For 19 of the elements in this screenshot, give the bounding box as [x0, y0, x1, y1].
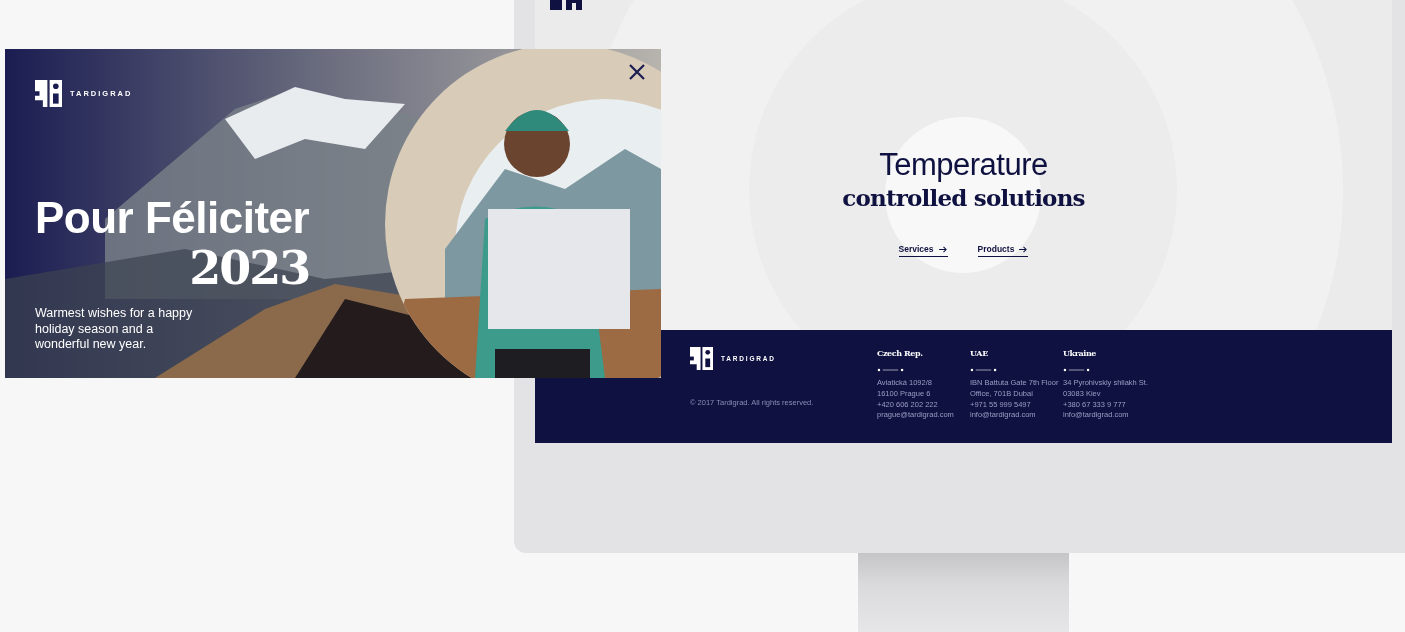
office-country: Ukraine	[1063, 348, 1098, 358]
close-button[interactable]	[627, 62, 647, 82]
nav-link[interactable]: Services	[898, 244, 948, 257]
arrow-icon	[938, 245, 948, 253]
popup-title: Pour Féliciter	[35, 193, 310, 243]
popup-year: 2023	[189, 241, 310, 295]
divider-icon	[877, 368, 904, 372]
office-country: Czech Rep.	[877, 348, 924, 358]
divider-icon	[1063, 368, 1090, 372]
divider-icon	[970, 368, 997, 372]
hero-title: Temperature	[879, 146, 1048, 184]
arrow-icon	[1019, 245, 1029, 253]
logo-icon	[690, 347, 713, 370]
greeting-message: Warmest wishes for a happy holiday season and a wonderful new year.	[35, 306, 194, 353]
office-country: UAE	[970, 348, 989, 358]
nav-link[interactable]: Products	[977, 244, 1029, 257]
hero-subtitle: controlled solutions	[842, 184, 1085, 212]
logo-icon	[550, 0, 582, 10]
logo-icon	[35, 80, 62, 107]
